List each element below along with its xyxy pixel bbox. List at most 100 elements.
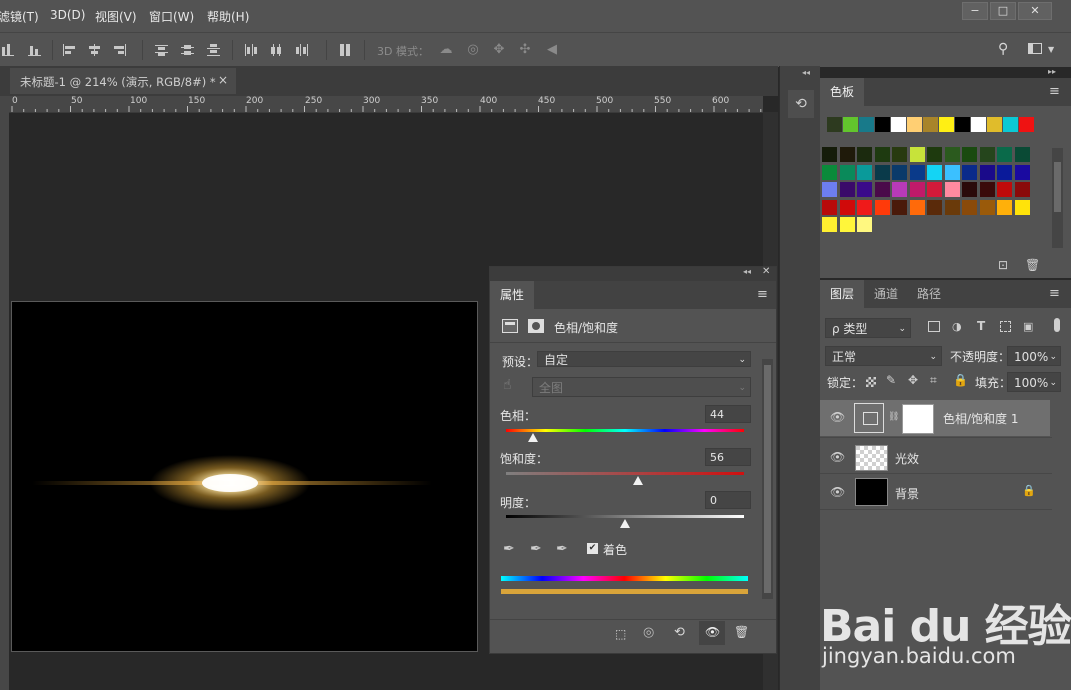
3d-roll-icon[interactable]: ◎: [465, 42, 481, 58]
swatch[interactable]: [857, 164, 872, 180]
swatch[interactable]: [927, 199, 942, 215]
workspace-icon[interactable]: [1028, 43, 1042, 54]
menu-filter[interactable]: 滤镜(T): [0, 8, 39, 25]
colorize-checkbox[interactable]: ✔: [587, 543, 598, 554]
swatch[interactable]: [839, 182, 855, 197]
recent-swatch[interactable]: [971, 117, 986, 132]
swatch[interactable]: [979, 164, 995, 180]
recent-swatch[interactable]: [955, 117, 970, 132]
swatch[interactable]: [997, 147, 1012, 162]
hue-slider-thumb[interactable]: [528, 433, 538, 442]
swatch[interactable]: [839, 217, 855, 232]
targeted-adjustment-hand-icon[interactable]: ☝: [503, 377, 512, 393]
eyedropper-minus-icon[interactable]: ✒: [556, 541, 568, 557]
distribute-bottom-icon[interactable]: [207, 44, 221, 56]
expand-arrows-icon[interactable]: ▸▸: [1048, 67, 1056, 76]
recent-swatch[interactable]: [875, 117, 890, 132]
filter-smart-object-icon[interactable]: ▣: [1023, 320, 1033, 333]
tab-properties[interactable]: 属性: [490, 281, 535, 309]
distribute-right-icon[interactable]: [296, 44, 310, 56]
swatch[interactable]: [1014, 182, 1030, 197]
recent-swatch[interactable]: [987, 117, 1002, 132]
3d-drag-icon[interactable]: ✥: [491, 42, 507, 58]
swatch[interactable]: [997, 182, 1012, 197]
layer-filter-dropdown[interactable]: ρ 类型 ⌄: [825, 318, 911, 338]
menu-window[interactable]: 窗口(W): [149, 8, 194, 25]
swatch[interactable]: [909, 182, 925, 197]
swatch[interactable]: [822, 164, 837, 180]
swatch[interactable]: [892, 199, 907, 215]
document-tab-close-icon[interactable]: ×: [218, 73, 228, 87]
hue-slider-track[interactable]: [506, 429, 744, 432]
document-canvas[interactable]: [11, 301, 478, 652]
swatch[interactable]: [962, 182, 977, 197]
swatch[interactable]: [909, 164, 925, 180]
swatch[interactable]: [892, 182, 907, 197]
swatch[interactable]: [857, 147, 872, 162]
visibility-eye-icon[interactable]: 👁: [830, 485, 845, 499]
swatch[interactable]: [962, 147, 977, 162]
blend-mode-dropdown[interactable]: 正常 ⌄: [825, 346, 942, 366]
collapse-arrows-icon[interactable]: ◂◂: [802, 68, 810, 77]
chevron-down-icon[interactable]: ▼: [1048, 45, 1054, 54]
properties-scrollbar[interactable]: [762, 359, 773, 599]
tab-layers[interactable]: 图层: [820, 280, 865, 308]
panel-menu-icon[interactable]: ≡: [1049, 286, 1060, 301]
swatch[interactable]: [944, 199, 960, 215]
view-previous-state-icon[interactable]: ◎: [643, 625, 654, 640]
swatch[interactable]: [979, 147, 995, 162]
swatch[interactable]: [857, 182, 872, 197]
reset-icon[interactable]: ⟲: [674, 625, 685, 640]
saturation-input[interactable]: 56: [705, 448, 751, 466]
chain-link-icon[interactable]: ⛓: [888, 412, 899, 422]
history-icon[interactable]: ⟲: [788, 90, 814, 118]
swatch[interactable]: [927, 164, 942, 180]
close-panel-icon[interactable]: ✕: [762, 266, 770, 277]
filter-toggle[interactable]: [1054, 318, 1060, 332]
tab-paths[interactable]: 路径: [907, 280, 951, 308]
visibility-eye-icon[interactable]: 👁: [830, 450, 845, 464]
align-bottom-edges-icon[interactable]: [28, 44, 42, 56]
layer-mask-thumbnail[interactable]: [902, 404, 934, 434]
recent-swatch[interactable]: [907, 117, 922, 132]
distribute-left-icon[interactable]: [244, 44, 258, 56]
lock-artboard-icon[interactable]: ⌗: [930, 373, 937, 388]
eyedropper-icon[interactable]: ✒: [503, 541, 515, 557]
saturation-slider-thumb[interactable]: [633, 476, 643, 485]
tab-swatches[interactable]: 色板: [820, 78, 865, 106]
swatch[interactable]: [909, 199, 925, 215]
layer-row-light-effect[interactable]: 👁 光效: [820, 440, 1052, 474]
opacity-input[interactable]: 100% ⌄: [1007, 346, 1061, 366]
swatch[interactable]: [892, 164, 907, 180]
fill-input[interactable]: 100% ⌄: [1007, 372, 1061, 392]
layer-row-background[interactable]: 👁 背景 🔒: [820, 475, 1052, 509]
toggle-visibility-button[interactable]: 👁: [699, 621, 725, 645]
swatch[interactable]: [962, 199, 977, 215]
panel-menu-icon[interactable]: ≡: [1049, 84, 1060, 99]
swatch[interactable]: [962, 164, 977, 180]
recent-swatch[interactable]: [939, 117, 954, 132]
recent-swatch[interactable]: [827, 117, 842, 132]
swatch[interactable]: [874, 199, 890, 215]
swatch[interactable]: [857, 199, 872, 215]
swatch[interactable]: [1014, 164, 1030, 180]
saturation-slider-track[interactable]: [506, 472, 744, 475]
3d-slide-icon[interactable]: ✣: [517, 42, 533, 58]
lock-position-icon[interactable]: ✥: [908, 373, 918, 387]
preset-dropdown[interactable]: 自定 ⌄: [537, 351, 751, 367]
auto-align-icon[interactable]: [339, 44, 353, 56]
minimize-button[interactable]: −: [962, 2, 988, 20]
3d-rotate-icon[interactable]: ☁: [438, 42, 454, 58]
swatch[interactable]: [822, 182, 837, 197]
panel-menu-icon[interactable]: ≡: [757, 287, 768, 302]
swatch[interactable]: [997, 164, 1012, 180]
visibility-eye-icon[interactable]: 👁: [830, 410, 845, 424]
eyedropper-plus-icon[interactable]: ✒: [530, 541, 542, 557]
lightness-slider-track[interactable]: [506, 515, 744, 518]
swatch[interactable]: [822, 147, 837, 162]
swatch[interactable]: [927, 147, 942, 162]
lightness-input[interactable]: 0: [705, 491, 751, 509]
swatch[interactable]: [839, 147, 855, 162]
trash-icon[interactable]: 🗑: [734, 625, 749, 639]
swatch[interactable]: [822, 199, 837, 215]
